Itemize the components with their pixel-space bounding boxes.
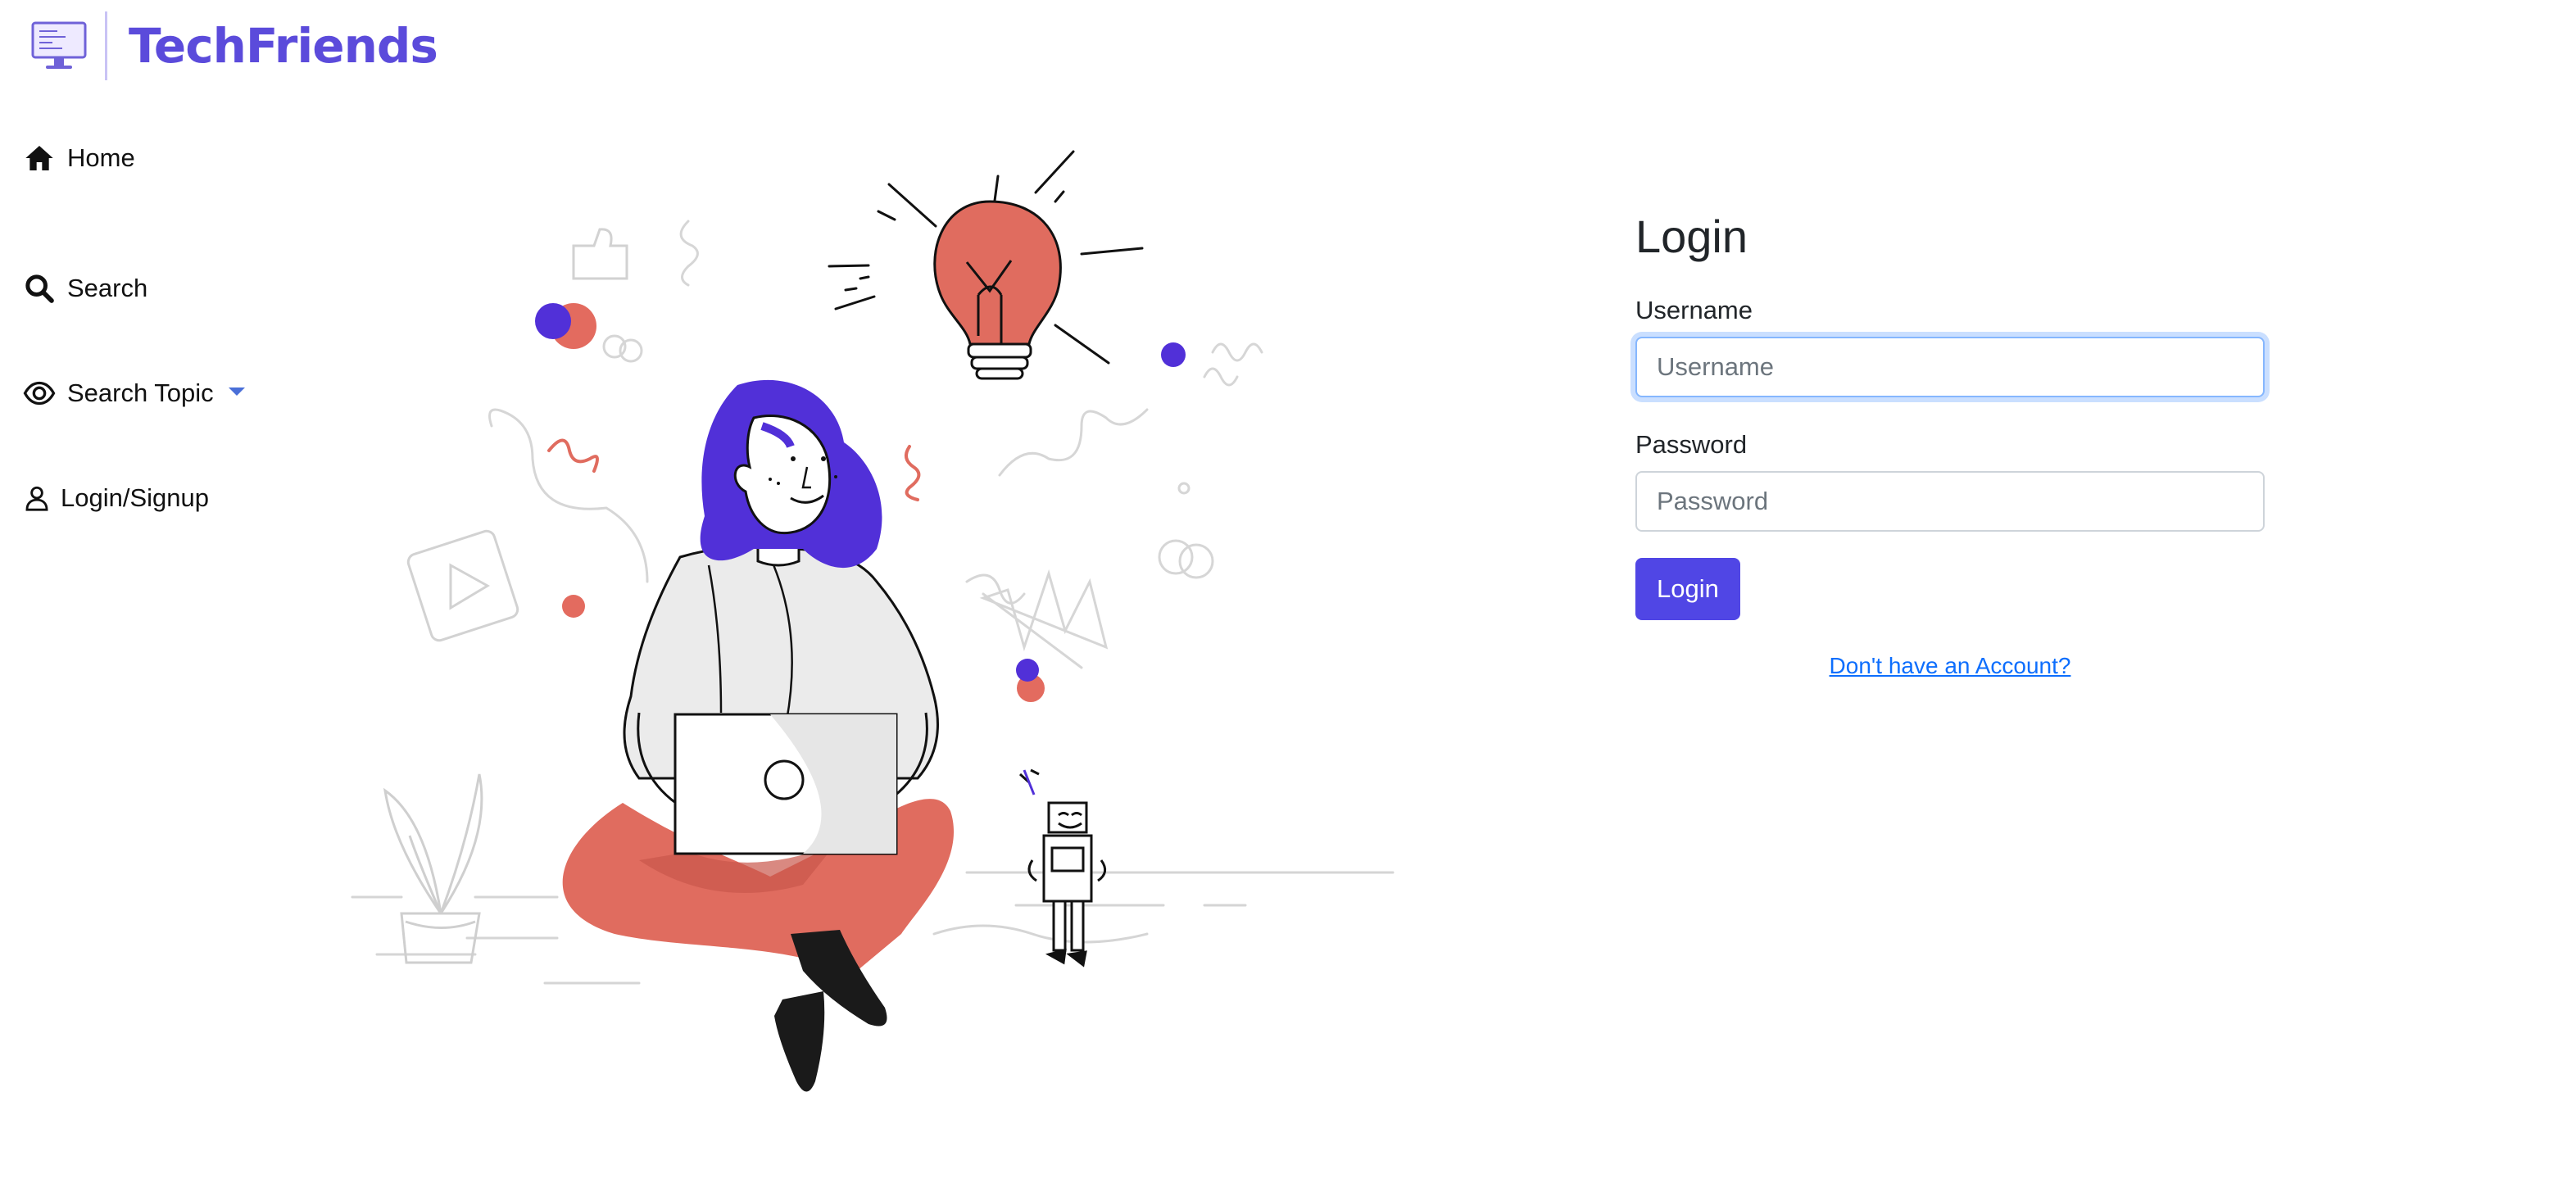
sidebar-item-label: Login/Signup — [61, 483, 209, 512]
brand-name[interactable]: TechFriends — [129, 18, 438, 74]
sidebar-item-label: Search — [67, 274, 148, 302]
sidebar-item-login-signup[interactable]: Login/Signup — [23, 446, 318, 551]
woman-illustration — [562, 379, 955, 1092]
page: TechFriends Home Search Search Topic Log… — [0, 0, 2576, 1201]
username-label: Username — [1635, 296, 1753, 324]
username-group: Username — [1635, 296, 2266, 397]
plant-illustration — [383, 773, 483, 964]
username-input[interactable] — [1635, 337, 2265, 397]
login-button[interactable]: Login — [1635, 558, 1740, 620]
sidebar-item-home[interactable]: Home — [23, 131, 318, 185]
signup-link[interactable]: Don't have an Account? — [1635, 653, 2265, 679]
user-icon — [25, 486, 48, 511]
sidebar-item-search-topic[interactable]: Search Topic — [23, 341, 318, 446]
home-icon — [25, 146, 53, 170]
robot-illustration — [1018, 768, 1107, 968]
password-label: Password — [1635, 430, 1748, 459]
login-form: Login Username Password Login Don't have… — [1635, 210, 2266, 679]
lightbulb-illustration — [828, 150, 1144, 380]
chevron-down-icon[interactable] — [228, 387, 245, 396]
sidebar-item-label: Home — [67, 143, 135, 172]
sidebar-nav: Home Search Search Topic Login/Signup — [23, 131, 318, 551]
search-icon — [25, 274, 54, 303]
brand-header[interactable]: TechFriends — [29, 11, 438, 80]
password-group: Password — [1635, 430, 2266, 532]
brand-divider — [105, 11, 107, 80]
sidebar-item-label: Search Topic — [67, 378, 214, 407]
eye-icon — [23, 381, 56, 406]
password-input[interactable] — [1635, 471, 2265, 532]
sidebar-item-search[interactable]: Search — [23, 236, 318, 341]
hero-illustration — [351, 150, 1395, 1092]
computer-monitor-icon — [31, 21, 87, 69]
login-title: Login — [1635, 211, 1748, 262]
